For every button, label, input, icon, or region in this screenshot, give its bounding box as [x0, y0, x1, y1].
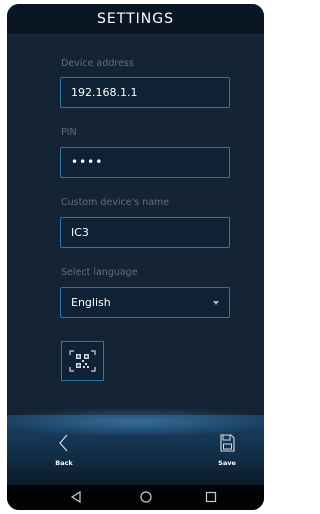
square-recents-icon[interactable]	[203, 490, 219, 504]
page-title: SETTINGS	[97, 11, 174, 27]
device-address-value: 192.168.1.1	[71, 86, 138, 99]
pin-input[interactable]: ••••	[60, 147, 230, 178]
save-button[interactable]: Save	[207, 431, 247, 471]
circle-home-icon[interactable]	[138, 490, 154, 504]
device-name-label: Custom device's name	[61, 197, 170, 208]
chevron-down-icon	[213, 301, 219, 305]
save-label: Save	[218, 459, 236, 467]
phone-screen: SETTINGS Device address 192.168.1.1 PIN …	[7, 4, 264, 510]
language-label: Select language	[61, 267, 138, 278]
device-address-input[interactable]: 192.168.1.1	[60, 77, 230, 108]
pin-value: ••••	[71, 155, 104, 169]
device-address-label: Device address	[61, 58, 134, 69]
bottom-action-bar: Back Save	[7, 407, 264, 485]
pin-label: PIN	[61, 127, 77, 138]
qr-code-icon	[69, 350, 96, 372]
back-label: Back	[55, 459, 73, 467]
device-name-value: IC3	[71, 226, 89, 239]
qr-scan-button[interactable]	[61, 341, 104, 381]
floppy-disk-icon	[220, 434, 235, 452]
system-nav-bar	[7, 485, 264, 510]
language-select[interactable]: English	[60, 287, 230, 318]
settings-form: Device address 192.168.1.1 PIN •••• Cust…	[7, 35, 264, 415]
header-bar: SETTINGS	[7, 4, 264, 35]
triangle-back-icon[interactable]	[68, 490, 84, 504]
chevron-left-icon	[59, 434, 68, 452]
language-value: English	[71, 296, 111, 309]
device-name-input[interactable]: IC3	[60, 217, 230, 248]
back-button[interactable]: Back	[44, 431, 84, 471]
